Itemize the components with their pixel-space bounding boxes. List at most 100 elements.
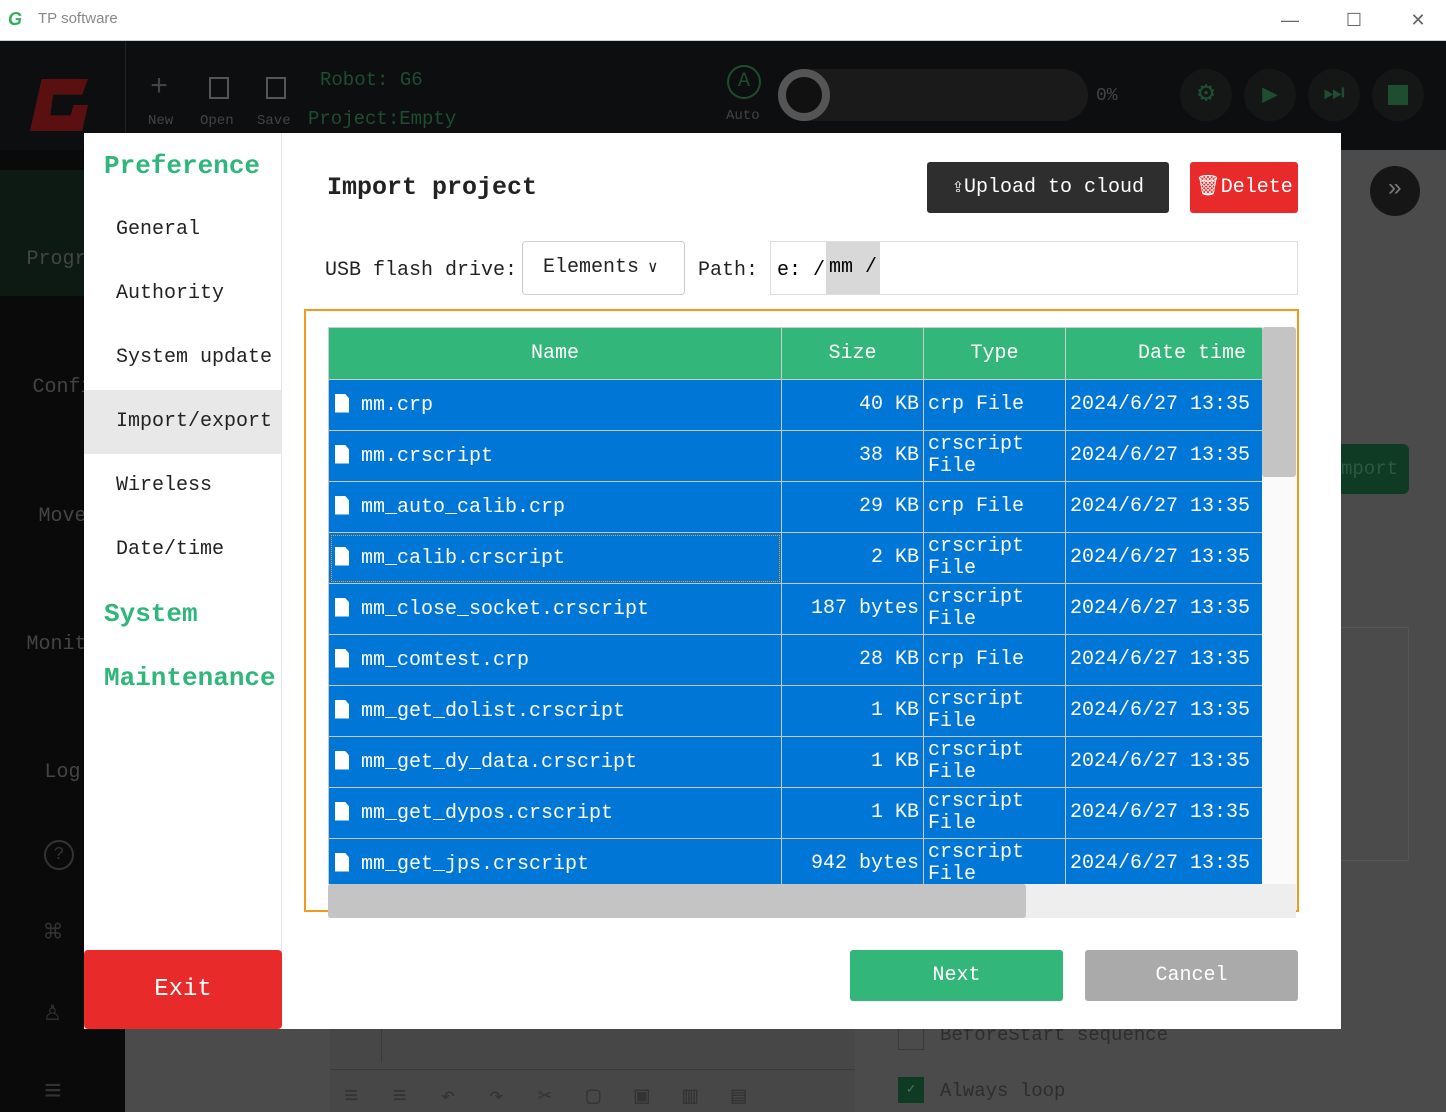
usb-drive-select[interactable]: Elements ∨	[522, 241, 685, 295]
preference-heading[interactable]: Preference	[104, 151, 260, 181]
maintenance-heading[interactable]: Maintenance	[104, 663, 276, 693]
column-name[interactable]: Name	[328, 327, 782, 380]
apps-icon[interactable]: ⌘	[44, 915, 62, 952]
file-type-cell[interactable]: crp File	[923, 481, 1066, 533]
play-icon[interactable]: ▶	[1244, 69, 1296, 121]
nav-date-time[interactable]: Date/time	[84, 518, 282, 582]
file-name-cell[interactable]: mm_get_dolist.crscript	[328, 685, 782, 737]
file-size-cell[interactable]: 40 KB	[781, 379, 924, 431]
help-icon[interactable]: ?	[44, 840, 74, 870]
horizontal-scrollbar[interactable]	[328, 884, 1296, 918]
file-name-cell[interactable]: mm_calib.crscript	[328, 532, 782, 584]
vertical-scrollbar[interactable]	[1262, 327, 1296, 884]
file-date-cell[interactable]: 2024/6/27 13:35	[1065, 430, 1262, 482]
file-date-cell[interactable]: 2024/6/27 13:35	[1065, 481, 1262, 533]
file-size-cell[interactable]: 2 KB	[781, 532, 924, 584]
file-name-cell[interactable]: mm_get_jps.crscript	[328, 838, 782, 884]
save-button[interactable]: Save	[257, 113, 291, 129]
nav-import-export[interactable]: Import/export	[84, 390, 282, 454]
file-date-cell[interactable]: 2024/6/27 13:35	[1065, 583, 1262, 635]
cancel-button[interactable]: Cancel	[1085, 950, 1298, 1001]
file-date-cell[interactable]: 2024/6/27 13:35	[1065, 379, 1262, 431]
next-button[interactable]: Next	[850, 950, 1063, 1001]
nav-authority[interactable]: Authority	[84, 262, 282, 326]
save-icon[interactable]	[266, 77, 286, 99]
file-date-cell[interactable]: 2024/6/27 13:35	[1065, 532, 1262, 584]
file-date-cell[interactable]: 2024/6/27 13:35	[1065, 787, 1262, 839]
slider-handle[interactable]	[778, 69, 830, 121]
upload-to-cloud-button[interactable]: ⇪Upload to cloud	[927, 162, 1169, 213]
file-size-cell[interactable]: 1 KB	[781, 685, 924, 737]
file-type-cell[interactable]: crp File	[923, 379, 1066, 431]
new-icon[interactable]: +	[150, 71, 168, 105]
horizontal-scroll-thumb[interactable]	[328, 884, 1026, 918]
close-button[interactable]: ✕	[1398, 6, 1438, 34]
settings-gear-icon[interactable]: ⚙	[1180, 69, 1232, 121]
file-size-cell[interactable]: 29 KB	[781, 481, 924, 533]
file-size-cell[interactable]: 1 KB	[781, 787, 924, 839]
file-date-cell[interactable]: 2024/6/27 13:35	[1065, 838, 1262, 884]
file-name-cell[interactable]: mm.crscript	[328, 430, 782, 482]
delete-button[interactable]: 🗑Delete	[1190, 162, 1298, 213]
file-type-cell[interactable]: crp File	[923, 634, 1066, 686]
file-type-cell[interactable]: crscript File	[923, 583, 1066, 635]
file-name-cell[interactable]: mm_get_dy_data.crscript	[328, 736, 782, 788]
file-icon	[335, 750, 349, 770]
nav-system-update[interactable]: System update	[84, 326, 282, 390]
open-button[interactable]: Open	[200, 113, 234, 129]
robot-label: Robot: G6	[320, 69, 423, 91]
auto-mode-icon[interactable]: A	[727, 65, 761, 99]
always-loop-checkbox: ✓	[898, 1077, 924, 1103]
speed-value: 0%	[1096, 86, 1118, 106]
table-row[interactable]: mm_get_dolist.crscript 1 KB crscript Fil…	[328, 685, 1262, 737]
file-table: Name Size Type Date time mm.crp 40 KB cr…	[328, 327, 1262, 884]
stop-icon[interactable]	[1372, 69, 1424, 121]
column-size[interactable]: Size	[781, 327, 924, 380]
file-type-cell[interactable]: crscript File	[923, 532, 1066, 584]
new-button[interactable]: New	[148, 113, 173, 129]
table-row[interactable]: mm_auto_calib.crp 29 KB crp File 2024/6/…	[328, 481, 1262, 533]
column-type[interactable]: Type	[923, 327, 1066, 380]
file-date-cell[interactable]: 2024/6/27 13:35	[1065, 685, 1262, 737]
file-type-cell[interactable]: crscript File	[923, 736, 1066, 788]
file-name-cell[interactable]: mm_comtest.crp	[328, 634, 782, 686]
file-name-cell[interactable]: mm_get_dypos.crscript	[328, 787, 782, 839]
file-name-cell[interactable]: mm.crp	[328, 379, 782, 431]
file-name-cell[interactable]: mm_close_socket.crscript	[328, 583, 782, 635]
file-date-cell[interactable]: 2024/6/27 13:35	[1065, 736, 1262, 788]
file-size-cell[interactable]: 187 bytes	[781, 583, 924, 635]
open-icon[interactable]	[209, 77, 229, 99]
vertical-scroll-thumb[interactable]	[1262, 327, 1296, 477]
table-row[interactable]: mm.crp 40 KB crp File 2024/6/27 13:35	[328, 379, 1262, 431]
menu-icon[interactable]: ≡	[44, 1076, 62, 1110]
file-type-cell[interactable]: crscript File	[923, 838, 1066, 884]
path-root[interactable]: e: /	[777, 259, 825, 282]
column-date[interactable]: Date time	[1065, 327, 1262, 380]
file-size-cell[interactable]: 1 KB	[781, 736, 924, 788]
file-date-cell[interactable]: 2024/6/27 13:35	[1065, 634, 1262, 686]
file-size-cell[interactable]: 942 bytes	[781, 838, 924, 884]
speed-slider[interactable]	[778, 69, 1088, 121]
step-icon[interactable]: ⏭	[1308, 69, 1360, 121]
system-heading[interactable]: System	[104, 599, 198, 629]
table-row[interactable]: mm_get_dypos.crscript 1 KB crscript File…	[328, 787, 1262, 839]
user-icon[interactable]: ♙	[44, 994, 61, 1029]
table-row[interactable]: mm_calib.crscript 2 KB crscript File 202…	[328, 532, 1262, 584]
file-size-cell[interactable]: 28 KB	[781, 634, 924, 686]
path-segment[interactable]: mm /	[826, 242, 880, 294]
table-row[interactable]: mm_comtest.crp 28 KB crp File 2024/6/27 …	[328, 634, 1262, 686]
table-row[interactable]: mm_get_jps.crscript 942 bytes crscript F…	[328, 838, 1262, 884]
table-row[interactable]: mm.crscript 38 KB crscript File 2024/6/2…	[328, 430, 1262, 482]
exit-button[interactable]: Exit	[84, 950, 282, 1029]
file-size-cell[interactable]: 38 KB	[781, 430, 924, 482]
maximize-button[interactable]: ☐	[1334, 6, 1374, 34]
file-name-cell[interactable]: mm_auto_calib.crp	[328, 481, 782, 533]
nav-general[interactable]: General	[84, 198, 282, 262]
file-type-cell[interactable]: crscript File	[923, 685, 1066, 737]
nav-wireless[interactable]: Wireless	[84, 454, 282, 518]
table-row[interactable]: mm_get_dy_data.crscript 1 KB crscript Fi…	[328, 736, 1262, 788]
table-row[interactable]: mm_close_socket.crscript 187 bytes crscr…	[328, 583, 1262, 635]
file-type-cell[interactable]: crscript File	[923, 430, 1066, 482]
minimize-button[interactable]: —	[1270, 6, 1310, 34]
file-type-cell[interactable]: crscript File	[923, 787, 1066, 839]
